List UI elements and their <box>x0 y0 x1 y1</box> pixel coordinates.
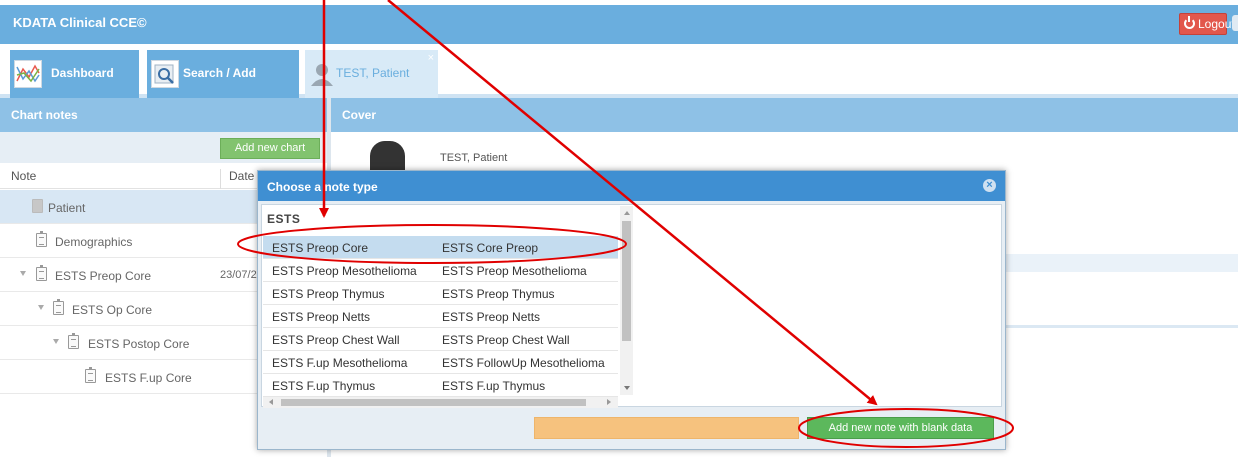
list-item[interactable]: ESTS Preop Mesothelioma ESTS Preop Mesot… <box>263 259 618 282</box>
settings-icon[interactable] <box>1232 15 1238 31</box>
tab-bar: Dashboard Search / Add TEST, Patient × <box>0 44 1238 98</box>
app-window: KDATA Clinical CCE© Logout Dashboard Sea… <box>0 0 1238 457</box>
close-tab-icon[interactable]: × <box>428 52 434 64</box>
power-icon <box>1184 16 1195 29</box>
list-item[interactable]: ESTS Preop Core ESTS Core Preop <box>263 236 618 259</box>
add-blank-note-button[interactable]: Add new note with blank data <box>807 417 994 439</box>
expand-arrow-icon[interactable] <box>20 271 26 276</box>
group-label: ESTS <box>267 212 301 226</box>
expand-arrow-icon[interactable] <box>53 339 59 344</box>
cover-divider <box>1005 325 1238 328</box>
scroll-right-icon[interactable] <box>607 399 611 405</box>
chart-notes-toolbar: Add new chart <box>0 132 327 163</box>
note-row-label: ESTS Op Core <box>72 303 153 317</box>
column-note[interactable]: Note <box>11 169 36 183</box>
chart-notes-header: Chart notes <box>0 98 327 132</box>
note-row-label: ESTS F.up Core <box>105 371 192 385</box>
note-type-name: ESTS Preop Mesothelioma <box>272 264 417 278</box>
note-row-label: ESTS Preop Core <box>55 269 152 283</box>
note-type-description: ESTS Preop Mesothelioma <box>442 264 587 278</box>
note-type-description: ESTS Preop Netts <box>442 310 541 324</box>
expand-arrow-icon[interactable] <box>38 305 44 310</box>
chart-notes-title: Chart notes <box>11 108 78 122</box>
tab-dashboard[interactable]: Dashboard <box>10 50 139 98</box>
note-type-description: ESTS Core Preop <box>442 241 539 255</box>
list-item[interactable]: ESTS Preop Netts ESTS Preop Netts <box>263 305 618 328</box>
scroll-down-icon[interactable] <box>624 386 630 390</box>
scroll-left-icon[interactable] <box>269 399 273 405</box>
horizontal-scrollbar[interactable] <box>263 397 618 408</box>
tab-search-label: Search / Add <box>183 66 256 80</box>
dialog-header: Choose a note type × <box>258 171 1005 201</box>
document-icon <box>68 333 79 349</box>
add-note-with-data-button[interactable] <box>534 417 799 439</box>
cover-section-band <box>1005 254 1238 272</box>
note-row-label: Demographics <box>55 235 133 249</box>
logout-button[interactable]: Logout <box>1179 13 1235 35</box>
note-type-name: ESTS F.up Mesothelioma <box>272 356 408 370</box>
document-icon <box>85 367 96 383</box>
top-bar: KDATA Clinical CCE© Logout <box>0 0 1238 44</box>
list-item[interactable]: ESTS Preop Thymus ESTS Preop Thymus <box>263 282 618 305</box>
note-type-list: ESTS Preop Core ESTS Core Preop ESTS Pre… <box>263 236 618 397</box>
scroll-thumb[interactable] <box>622 221 631 341</box>
choose-note-type-dialog: Choose a note type × ESTS ESTS Preop Cor… <box>257 170 1006 450</box>
tab-dashboard-label: Dashboard <box>51 66 114 80</box>
document-icon <box>36 231 47 247</box>
note-row-label: Patient <box>48 201 86 215</box>
note-type-description: ESTS Preop Thymus <box>442 287 555 301</box>
patient-avatar-icon <box>309 60 337 88</box>
note-type-description: ESTS F.up Thymus <box>442 379 546 393</box>
note-type-name: ESTS Preop Thymus <box>272 287 385 301</box>
note-row-label: ESTS Postop Core <box>88 337 190 351</box>
note-type-name: ESTS Preop Core <box>272 241 369 255</box>
note-type-name: ESTS F.up Thymus <box>272 379 376 393</box>
tab-patient[interactable]: TEST, Patient × <box>305 50 438 98</box>
note-row-date: 23/07/2 <box>220 269 257 281</box>
cover-title: Cover <box>342 108 377 122</box>
logout-label: Logout <box>1198 17 1235 31</box>
tab-patient-label: TEST, Patient <box>336 66 410 80</box>
note-type-list-panel: ESTS ESTS Preop Core ESTS Core Preop EST… <box>261 204 1002 408</box>
note-type-name: ESTS Preop Chest Wall <box>272 333 400 347</box>
list-item[interactable]: ESTS Preop Chest Wall ESTS Preop Chest W… <box>263 328 618 351</box>
document-icon <box>53 299 64 315</box>
cover-header: Cover <box>331 98 1238 132</box>
column-date[interactable]: Date <box>220 169 254 189</box>
note-type-description: ESTS Preop Chest Wall <box>442 333 570 347</box>
close-circle-icon[interactable]: × <box>983 179 996 192</box>
add-new-chart-button[interactable]: Add new chart <box>220 138 320 159</box>
vertical-scrollbar[interactable] <box>620 206 633 395</box>
dialog-footer: Add new note with blank data <box>258 411 1005 449</box>
scroll-up-icon[interactable] <box>624 211 630 215</box>
dashboard-chart-icon <box>14 60 42 88</box>
note-type-description: ESTS FollowUp Mesothelioma <box>442 356 605 370</box>
dialog-title: Choose a note type <box>267 180 378 194</box>
scroll-thumb[interactable] <box>281 399 586 406</box>
tab-search[interactable]: Search / Add <box>147 50 299 98</box>
app-title: KDATA Clinical CCE© <box>13 15 147 30</box>
note-type-name: ESTS Preop Netts <box>272 310 371 324</box>
document-icon <box>32 199 43 213</box>
document-icon <box>36 265 47 281</box>
list-item[interactable]: ESTS F.up Thymus ESTS F.up Thymus <box>263 374 618 397</box>
search-magnifier-icon <box>151 60 179 88</box>
cover-patient-name: TEST, Patient <box>440 152 508 164</box>
list-item[interactable]: ESTS F.up Mesothelioma ESTS FollowUp Mes… <box>263 351 618 374</box>
